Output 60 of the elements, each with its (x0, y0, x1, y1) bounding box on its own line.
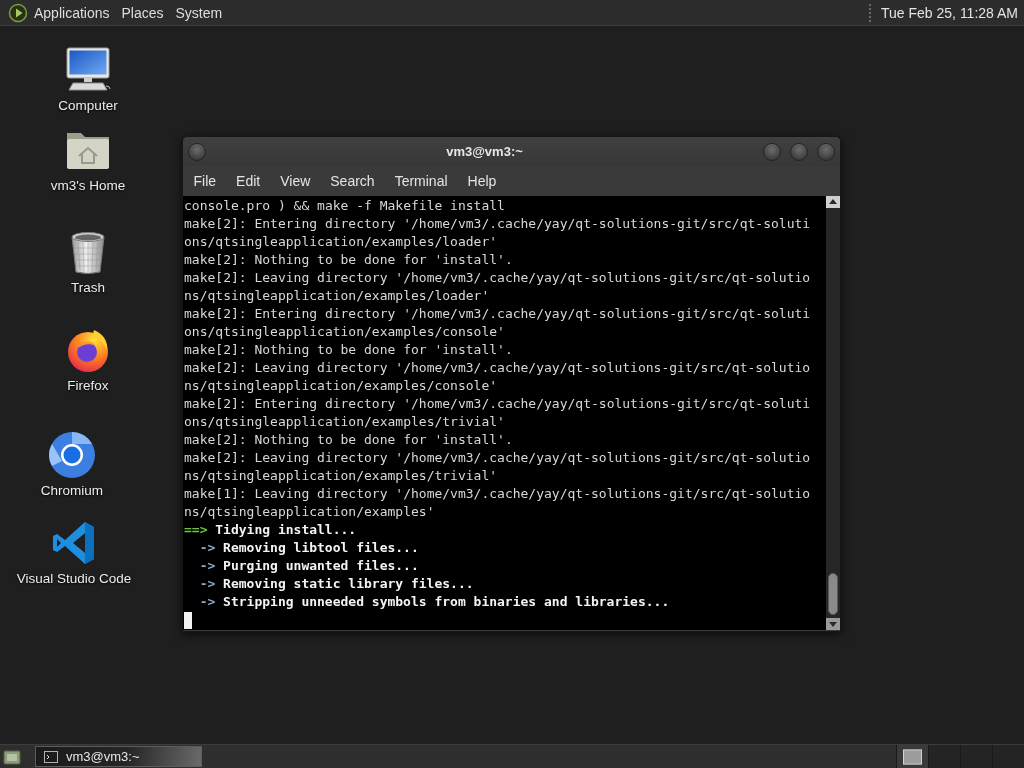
window-miniature-icon (903, 748, 922, 765)
desktop-shortcut[interactable]: Computer (23, 46, 153, 114)
show-desktop-icon[interactable] (3, 747, 21, 766)
scroll-up-icon[interactable] (826, 196, 840, 208)
desktop-shortcut[interactable]: Trash (23, 228, 153, 296)
terminal-line: ons/qtsingleapplication/examples/console' (184, 323, 506, 341)
menu-item[interactable]: Terminal (385, 170, 458, 192)
terminal-line: ons/qtsingleapplication/examples/loader' (184, 233, 499, 251)
workspace-button[interactable] (896, 745, 928, 768)
status-message: Removing static library files... (223, 575, 474, 593)
terminal-line: make[2]: Leaving directory '/home/vm3/.cache/yay/qt-solutions-git/src/qt-solutio (184, 269, 812, 287)
taskbar-window-button[interactable]: vm3@vm3:~ (35, 746, 202, 767)
prompt-arrow: -> (199, 557, 216, 575)
desktop-shortcut[interactable]: vm3's Home (23, 126, 153, 194)
terminal-line: ns/qtsingleapplication/examples/trivial' (184, 467, 499, 485)
clock[interactable]: Tue Feb 25, 11:28 AM (881, 4, 1018, 21)
status-message: Removing libtool files... (223, 539, 419, 557)
terminal-line: console.pro ) && make -f Makefile install (184, 197, 506, 215)
terminal-line: ns/qtsingleapplication/examples/console' (184, 377, 499, 395)
terminal-line: ns/qtsingleapplication/examples/loader' (184, 287, 491, 305)
menu-item[interactable]: File (184, 170, 226, 192)
scroll-thumb[interactable] (828, 573, 838, 615)
terminal-line: ons/qtsingleapplication/examples/trivial' (184, 413, 506, 431)
scroll-down-icon[interactable] (826, 618, 840, 630)
panel-menu[interactable]: Places (115, 2, 170, 23)
monitor-icon (64, 46, 112, 94)
window-menu-button[interactable] (188, 142, 206, 161)
panel-menu[interactable]: Applications (28, 2, 116, 23)
maximize-button[interactable] (790, 142, 808, 161)
menu-item[interactable]: Search (320, 170, 385, 192)
terminal-line: make[2]: Nothing to be done for 'install'. (184, 341, 514, 359)
prompt-arrow: ==> (184, 521, 208, 539)
terminal-line: make[2]: Leaving directory '/home/vm3/.cache/yay/qt-solutions-git/src/qt-solutio (184, 359, 812, 377)
desktop-shortcut[interactable]: Visual Studio Code (9, 519, 139, 587)
menu-item[interactable]: Help (458, 170, 506, 192)
prompt-arrow: -> (199, 593, 216, 611)
menu-item[interactable]: View (270, 170, 320, 192)
status-message: Tidying install... (215, 521, 357, 539)
terminal-line: ns/qtsingleapplication/examples' (184, 503, 436, 521)
prompt-arrow: -> (199, 575, 216, 593)
panel-menu[interactable]: System (169, 2, 229, 23)
terminal-line: make[2]: Nothing to be done for 'install'. (184, 431, 514, 449)
status-message: Purging unwanted files... (223, 557, 419, 575)
chromium-icon (48, 431, 96, 479)
status-message: Stripping unneeded symbols from binaries and libraries... (223, 593, 670, 611)
desktop-shortcut[interactable]: Firefox (23, 326, 153, 394)
terminal-line: make[2]: Entering directory '/home/vm3/.cache/yay/qt-solutions-git/src/qt-soluti (184, 305, 812, 323)
minimize-button[interactable] (763, 142, 781, 161)
play-logo-icon[interactable] (8, 2, 28, 23)
close-button[interactable] (817, 142, 835, 161)
terminal-line: make[2]: Leaving directory '/home/vm3/.cache/yay/qt-solutions-git/src/qt-solutio (184, 449, 812, 467)
prompt-arrow: -> (199, 539, 216, 557)
terminal-icon (44, 750, 58, 763)
menu-item[interactable]: Edit (226, 170, 270, 192)
terminal-line: make[2]: Entering directory '/home/vm3/.cache/yay/qt-solutions-git/src/qt-soluti (184, 395, 812, 413)
terminal-line: make[2]: Entering directory '/home/vm3/.cache/yay/qt-solutions-git/src/qt-soluti (184, 215, 812, 233)
window-title: vm3@vm3:~ (445, 144, 524, 159)
terminal-line: make[2]: Nothing to be done for 'install'. (184, 251, 514, 269)
terminal-line: make[1]: Leaving directory '/home/vm3/.cache/yay/qt-solutions-git/src/qt-solutio (184, 485, 812, 503)
desktop-shortcut[interactable]: Chromium (7, 431, 137, 499)
